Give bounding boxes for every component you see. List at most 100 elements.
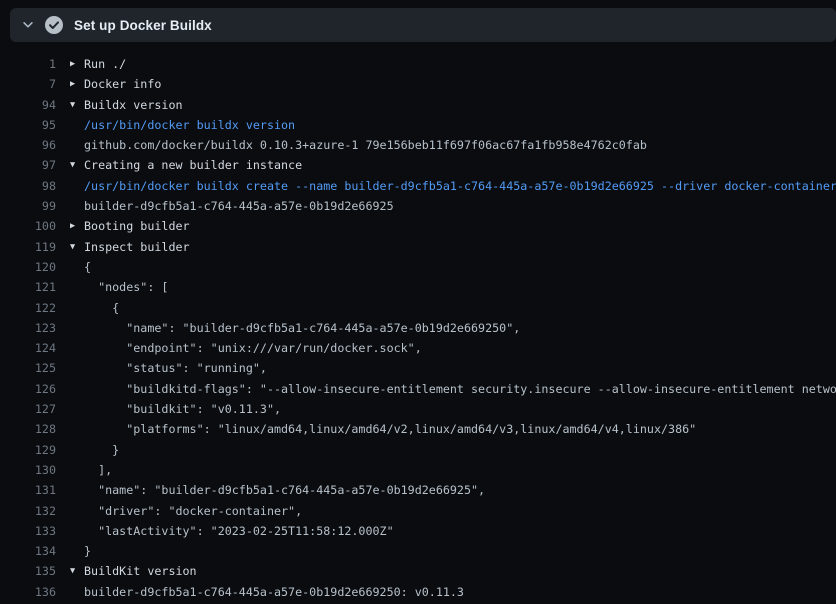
log-line: 128 "platforms": "linux/amd64,linux/amd6… [0, 419, 836, 439]
log-group-row[interactable]: 97 ▼Creating a new builder instance [0, 155, 836, 175]
log-line-content: github.com/docker/buildx 0.10.3+azure-1 … [70, 135, 647, 155]
log-group-row[interactable]: 1 ▶Run ./ [0, 54, 836, 74]
log-line-content: ▼Inspect builder [70, 237, 190, 257]
log-line-number[interactable]: 124 [0, 338, 56, 358]
log-line-number[interactable]: 133 [0, 521, 56, 541]
log-line: 134} [0, 541, 836, 561]
log-viewer: 1▶Run ./7▶Docker info94▼Buildx version95… [0, 42, 836, 604]
log-line-content: /usr/bin/docker buildx version [70, 115, 295, 135]
log-line: 131 "name": "builder-d9cfb5a1-c764-445a-… [0, 480, 836, 500]
log-group-title: Creating a new builder instance [84, 155, 302, 175]
log-line: 122 { [0, 298, 836, 318]
log-line: 96 github.com/docker/buildx 0.10.3+azure-… [0, 135, 836, 155]
caret-right-icon: ▶ [70, 54, 84, 74]
log-line-number[interactable]: 126 [0, 379, 56, 399]
log-line-number[interactable]: 129 [0, 440, 56, 460]
log-line-content: "buildkitd-flags": "--allow-insecure-ent… [70, 379, 836, 399]
log-line: 136 builder-d9cfb5a1-c764-445a-a57e-0b19d… [0, 582, 836, 602]
log-group-row[interactable]: 100 ▶Booting builder [0, 216, 836, 236]
log-line-content: ], [70, 460, 112, 480]
log-line: 121 "nodes": [ [0, 277, 836, 297]
log-line: 99 builder-d9cfb5a1-c764-445a-a57e-0b19d2… [0, 196, 836, 216]
log-line-content: "nodes": [ [70, 277, 168, 297]
check-circle-icon [44, 15, 64, 35]
log-line-content: "lastActivity": "2023-02-25T11:58:12.000… [70, 521, 394, 541]
log-line-number[interactable]: 99 [0, 196, 56, 216]
log-line-content: "name": "builder-d9cfb5a1-c764-445a-a57e… [70, 480, 485, 500]
log-group-row[interactable]: 119 ▼Inspect builder [0, 237, 836, 257]
log-line: 130 ], [0, 460, 836, 480]
log-line-number[interactable]: 119 [0, 237, 56, 257]
log-line-number[interactable]: 130 [0, 460, 56, 480]
log-group-row[interactable]: 94 ▼Buildx version [0, 95, 836, 115]
chevron-down-icon[interactable] [20, 17, 36, 33]
log-group-title: Run ./ [84, 54, 126, 74]
log-line: 133 "lastActivity": "2023-02-25T11:58:12… [0, 521, 836, 541]
log-line-number[interactable]: 134 [0, 541, 56, 561]
log-line-number[interactable]: 1 [0, 54, 56, 74]
log-line-content: /usr/bin/docker buildx create --name bui… [70, 176, 836, 196]
log-group-row[interactable]: 7 ▶Docker info [0, 74, 836, 94]
log-line-content: } [70, 541, 91, 561]
log-line-number[interactable]: 135 [0, 561, 56, 581]
log-line-content: "buildkit": "v0.11.3", [70, 399, 281, 419]
log-line-content: "status": "running", [70, 358, 267, 378]
log-group-title: Inspect builder [84, 237, 190, 257]
log-line-content: { [70, 298, 119, 318]
log-line-content: "driver": "docker-container", [70, 501, 302, 521]
log-line: 120 { [0, 257, 836, 277]
log-line-number[interactable]: 132 [0, 501, 56, 521]
step-header[interactable]: Set up Docker Buildx [10, 8, 836, 42]
log-group-title: Booting builder [84, 216, 190, 236]
log-line-content: "name": "builder-d9cfb5a1-c764-445a-a57e… [70, 318, 520, 338]
log-lines: 1▶Run ./7▶Docker info94▼Buildx version95… [0, 54, 836, 602]
log-line-content: { [70, 257, 91, 277]
log-line-content: "endpoint": "unix:///var/run/docker.sock… [70, 338, 422, 358]
log-line-number[interactable]: 121 [0, 277, 56, 297]
log-group-title: Docker info [84, 74, 161, 94]
log-line-number[interactable]: 120 [0, 257, 56, 277]
log-line: 123 "name": "builder-d9cfb5a1-c764-445a-… [0, 318, 836, 338]
log-group-row[interactable]: 135 ▼BuildKit version [0, 561, 836, 581]
log-line-number[interactable]: 123 [0, 318, 56, 338]
log-line: 129 } [0, 440, 836, 460]
caret-down-icon: ▼ [70, 95, 84, 115]
log-line-number[interactable]: 127 [0, 399, 56, 419]
log-line-number[interactable]: 100 [0, 216, 56, 236]
log-line: 132 "driver": "docker-container", [0, 501, 836, 521]
log-line: 127 "buildkit": "v0.11.3", [0, 399, 836, 419]
log-line-content: ▼Creating a new builder instance [70, 155, 302, 175]
log-line-content: builder-d9cfb5a1-c764-445a-a57e-0b19d2e6… [70, 196, 394, 216]
log-line-number[interactable]: 96 [0, 135, 56, 155]
log-line-content: "platforms": "linux/amd64,linux/amd64/v2… [70, 419, 696, 439]
log-line-number[interactable]: 122 [0, 298, 56, 318]
log-line-number[interactable]: 7 [0, 74, 56, 94]
log-line-content: ▼Buildx version [70, 95, 183, 115]
log-line: 124 "endpoint": "unix:///var/run/docker.… [0, 338, 836, 358]
log-line-number[interactable]: 95 [0, 115, 56, 135]
log-line-number[interactable]: 131 [0, 480, 56, 500]
log-line-number[interactable]: 98 [0, 176, 56, 196]
caret-right-icon: ▶ [70, 216, 84, 236]
log-line: 98/usr/bin/docker buildx create --name b… [0, 176, 836, 196]
log-line-content: ▶Run ./ [70, 54, 126, 74]
log-line-content: } [70, 440, 119, 460]
log-line-number[interactable]: 97 [0, 155, 56, 175]
log-line: 95/usr/bin/docker buildx version [0, 115, 836, 135]
log-line-number[interactable]: 94 [0, 95, 56, 115]
log-line-content: builder-d9cfb5a1-c764-445a-a57e-0b19d2e6… [70, 582, 464, 602]
log-group-title: Buildx version [84, 95, 183, 115]
log-line-content: ▼BuildKit version [70, 561, 197, 581]
log-line-number[interactable]: 125 [0, 358, 56, 378]
caret-down-icon: ▼ [70, 237, 84, 257]
log-group-title: BuildKit version [84, 561, 197, 581]
log-line-number[interactable]: 128 [0, 419, 56, 439]
log-line-number[interactable]: 136 [0, 582, 56, 602]
caret-down-icon: ▼ [70, 561, 84, 581]
step-title: Set up Docker Buildx [74, 18, 212, 33]
log-line: 126 "buildkitd-flags": "--allow-insecure… [0, 379, 836, 399]
caret-right-icon: ▶ [70, 74, 84, 94]
caret-down-icon: ▼ [70, 155, 84, 175]
log-line-content: ▶Docker info [70, 74, 161, 94]
log-line-content: ▶Booting builder [70, 216, 190, 236]
